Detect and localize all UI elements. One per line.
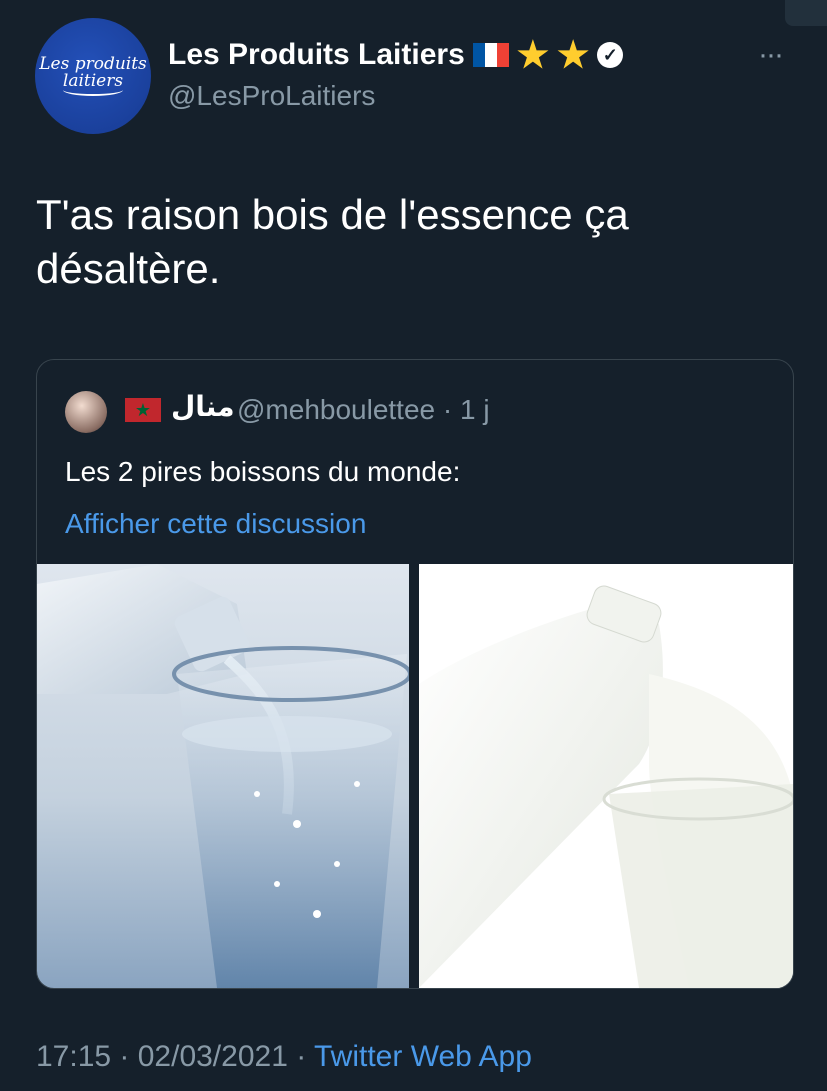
avatar-swoosh <box>63 84 123 96</box>
quoted-avatar[interactable] <box>65 391 107 433</box>
water-glass-illustration <box>37 564 409 988</box>
avatar[interactable]: Les produits laitiers <box>35 18 151 134</box>
source-link[interactable]: Twitter Web App <box>314 1040 532 1073</box>
quoted-tweet[interactable]: ★ منال @mehboulettee · 1 j Les 2 pires b… <box>36 359 794 989</box>
quoted-handle-time[interactable]: @mehboulettee · 1 j <box>237 394 490 426</box>
top-bar <box>785 0 827 26</box>
tweet-timestamp[interactable]: 17:15 · 02/03/2021 · Twitter Web App <box>36 1040 532 1074</box>
verified-icon: ✓ <box>597 42 624 68</box>
more-icon[interactable]: ··· <box>758 38 784 72</box>
star-icon: ★ <box>516 34 550 75</box>
milk-pour-illustration <box>419 585 793 988</box>
quoted-text: Les 2 pires boissons du monde: <box>65 456 461 487</box>
milk-pour-image[interactable] <box>419 564 793 988</box>
account-handle[interactable]: @LesProLaitiers <box>168 80 375 112</box>
morocco-flag-icon: ★ <box>125 398 161 422</box>
france-flag-icon <box>472 43 509 67</box>
quoted-name[interactable]: منال <box>171 390 235 423</box>
star-icon: ★ <box>557 34 590 75</box>
time-date[interactable]: 17:15 · 02/03/2021 · <box>36 1040 306 1073</box>
account-name-row[interactable]: Les Produits Laitiers ★ ★ ✓ <box>168 34 624 75</box>
water-glass-image[interactable] <box>37 564 409 988</box>
tweet-text: T'as raison bois de l'essence ça désaltè… <box>36 191 629 292</box>
show-thread-link[interactable]: Afficher cette discussion <box>65 508 366 540</box>
account-name[interactable]: Les Produits Laitiers <box>168 38 465 72</box>
